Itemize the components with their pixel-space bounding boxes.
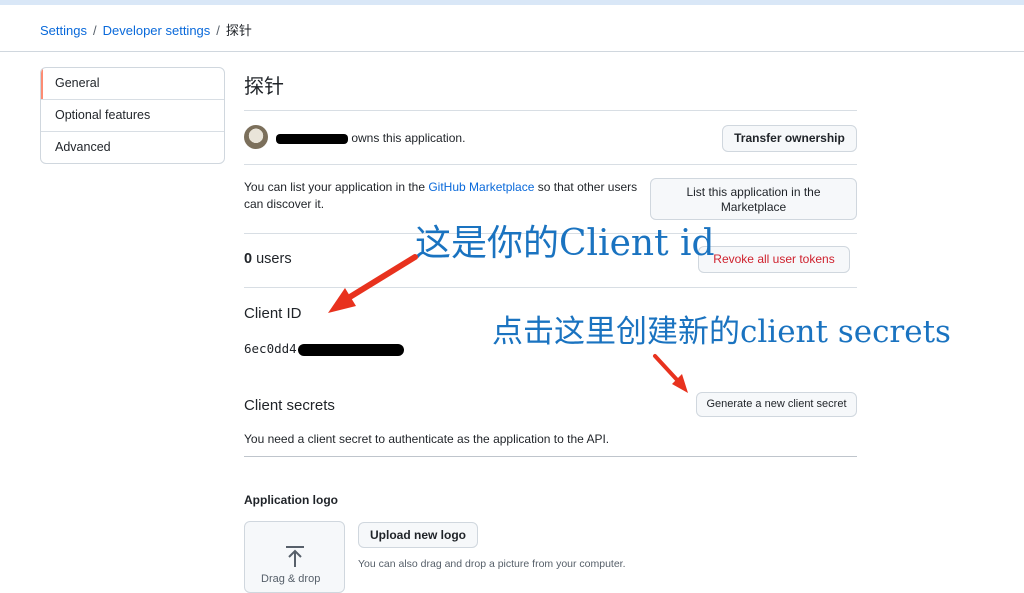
arrow-to-client-id xyxy=(328,254,418,313)
arrow-to-generate-secret xyxy=(653,354,688,393)
annotation-arrows xyxy=(328,254,688,393)
